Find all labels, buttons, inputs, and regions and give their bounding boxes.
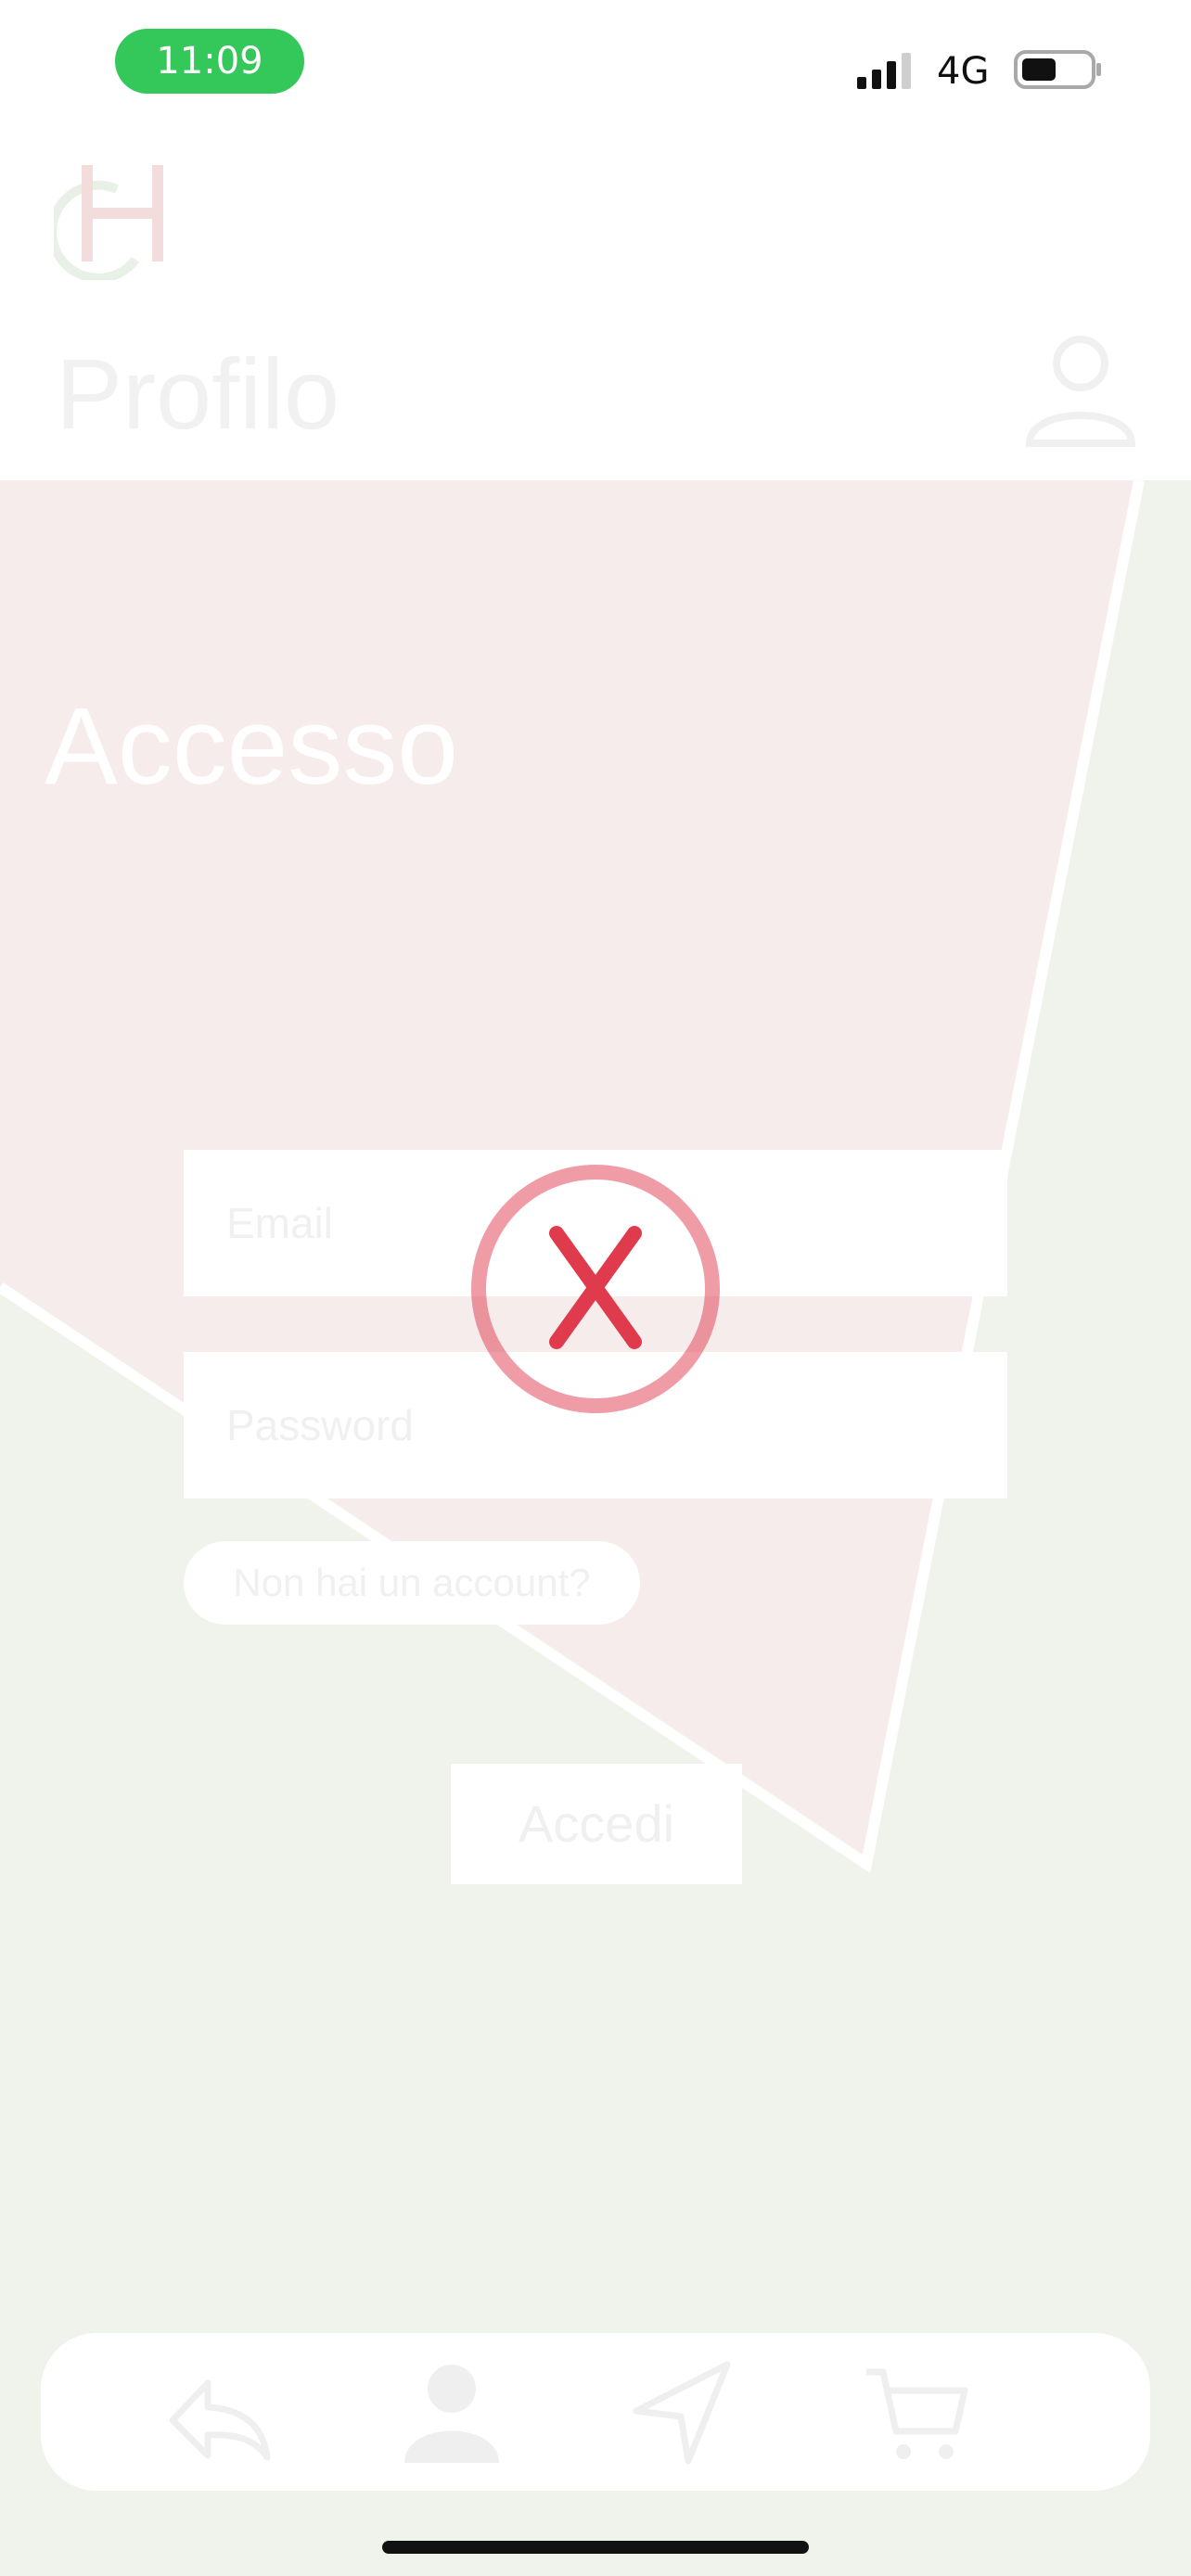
user-filled-icon[interactable]: [391, 2355, 512, 2467]
page-title: Profilo: [56, 338, 340, 450]
user-outline-icon[interactable]: [1020, 334, 1141, 454]
login-button[interactable]: Accedi: [451, 1764, 742, 1884]
home-indicator: [382, 2541, 809, 2554]
battery-icon: [1014, 50, 1101, 89]
network-label: 4G: [937, 50, 990, 93]
section-title: Accesso: [45, 685, 458, 808]
error-x-icon: [471, 1165, 720, 1413]
time-pill: 11:09: [115, 29, 304, 94]
cart-icon[interactable]: [855, 2355, 976, 2467]
signup-link[interactable]: Non hai un account?: [184, 1541, 640, 1625]
gh-logo-icon: [54, 165, 163, 280]
back-arrow-icon[interactable]: [160, 2355, 280, 2467]
cellular-signal-icon: [857, 53, 911, 89]
navigation-arrow-icon[interactable]: [623, 2355, 744, 2467]
